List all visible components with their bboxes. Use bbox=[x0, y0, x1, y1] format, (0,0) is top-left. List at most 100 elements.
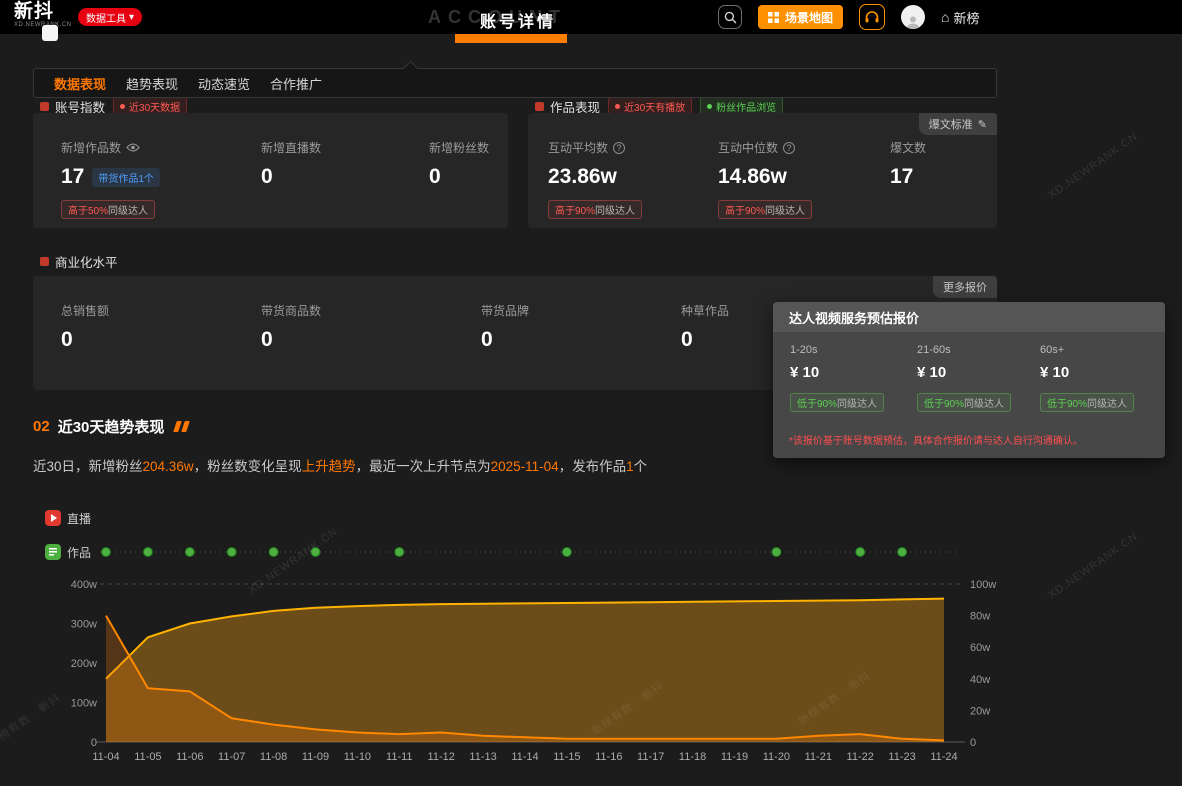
header-actions: 场景地图 ⌂ 新榜 bbox=[718, 0, 980, 34]
works-marker[interactable] bbox=[562, 548, 571, 557]
metric-avg-engagement: 互动平均数 ? 23.86w 高于90%同级达人 bbox=[548, 139, 642, 219]
works-metrics-card: 爆文标准 ✎ 互动平均数 ? 23.86w 高于90%同级达人 互动中位数 ? … bbox=[528, 113, 997, 228]
red-dot-icon bbox=[120, 104, 125, 109]
metric-total-sales: 总销售额 0 bbox=[61, 302, 109, 352]
x-tick: 11-17 bbox=[637, 751, 664, 763]
metric-value: 0 bbox=[429, 165, 441, 189]
logo-text: 新抖 bbox=[14, 2, 72, 22]
metric-value: 17 bbox=[61, 165, 84, 189]
more-quotes-button[interactable]: 更多报价 bbox=[933, 276, 997, 298]
user-avatar[interactable] bbox=[901, 5, 925, 29]
search-icon bbox=[724, 11, 737, 24]
metric-value: 0 bbox=[261, 165, 273, 189]
section-title-commerce: 商业化水平 bbox=[40, 252, 118, 271]
metric-label: 新增作品数 bbox=[61, 139, 121, 156]
metric-hot-articles: 爆文数 17 bbox=[890, 139, 926, 189]
section-number: 02 bbox=[33, 418, 50, 435]
works-legend-label[interactable]: 作品 bbox=[67, 546, 91, 560]
tab-trend-performance[interactable]: 趋势表现 bbox=[126, 74, 178, 93]
x-tick: 11-08 bbox=[260, 751, 287, 763]
y-right-tick: 80w bbox=[970, 611, 990, 623]
metric-value: 0 bbox=[61, 328, 73, 352]
works-marker[interactable] bbox=[269, 548, 278, 557]
quote-marks-icon bbox=[172, 421, 188, 432]
metric-value: 23.86w bbox=[548, 165, 617, 189]
x-tick: 11-14 bbox=[511, 751, 538, 763]
home-icon: ⌂ bbox=[941, 9, 949, 25]
metric-label: 互动中位数 bbox=[718, 139, 778, 156]
works-marker[interactable] bbox=[898, 548, 907, 557]
grid-icon bbox=[768, 12, 779, 23]
scene-map-button[interactable]: 场景地图 bbox=[758, 5, 843, 29]
works-marker[interactable] bbox=[311, 548, 320, 557]
info-icon[interactable]: ? bbox=[783, 142, 795, 154]
tab-updates-overview[interactable]: 动态速览 bbox=[198, 74, 250, 93]
red-dot-icon bbox=[615, 104, 620, 109]
tab-data-performance[interactable]: 数据表现 bbox=[54, 74, 106, 93]
x-tick: 11-22 bbox=[847, 751, 874, 763]
support-button[interactable] bbox=[859, 4, 885, 30]
works-marker[interactable] bbox=[102, 548, 111, 557]
metric-value: 0 bbox=[681, 328, 693, 352]
metric-value: 0 bbox=[261, 328, 273, 352]
rank-tag: 高于90%同级达人 bbox=[718, 200, 812, 219]
headset-icon bbox=[864, 10, 880, 24]
mini-account-avatar bbox=[42, 25, 58, 41]
scene-map-label: 场景地图 bbox=[785, 9, 833, 26]
metric-label: 新增直播数 bbox=[261, 139, 321, 156]
quote-duration: 1-20s bbox=[790, 344, 884, 356]
quote-duration: 21-60s bbox=[917, 344, 1011, 356]
trend-section-header: 02 近30天趋势表现 bbox=[33, 416, 188, 437]
rank-tag: 低于90%同级达人 bbox=[917, 393, 1011, 412]
x-tick: 11-23 bbox=[888, 751, 915, 763]
works-marker[interactable] bbox=[143, 548, 152, 557]
y-left-tick: 400w bbox=[71, 579, 97, 591]
works-marker[interactable] bbox=[395, 548, 404, 557]
hot-article-standard-button[interactable]: 爆文标准 ✎ bbox=[919, 113, 997, 135]
x-tick: 11-12 bbox=[428, 751, 455, 763]
quote-item-short: 1-20s ¥ 10 低于90%同级达人 bbox=[790, 344, 884, 412]
works-marker[interactable] bbox=[772, 548, 781, 557]
works-marker[interactable] bbox=[856, 548, 865, 557]
eye-icon[interactable] bbox=[126, 141, 140, 155]
doc-line-icon bbox=[49, 554, 54, 556]
trend-summary: 近30日，新增粉丝204.36w，粉丝数变化呈现上升趋势，最近一次上升节点为20… bbox=[33, 455, 647, 475]
works-marker[interactable] bbox=[185, 548, 194, 557]
metric-products: 带货商品数 0 bbox=[261, 302, 321, 352]
doc-line-icon bbox=[49, 548, 57, 550]
newrank-home-link[interactable]: ⌂ 新榜 bbox=[941, 8, 979, 27]
rank-tag: 低于90%同级达人 bbox=[1040, 393, 1134, 412]
tab-cooperation[interactable]: 合作推广 bbox=[270, 74, 322, 93]
y-right-tick: 0 bbox=[970, 737, 976, 749]
doc-line-icon bbox=[49, 551, 57, 553]
search-button[interactable] bbox=[718, 5, 742, 29]
page-title: 账号详情 bbox=[480, 8, 556, 32]
metric-value: 0 bbox=[481, 328, 493, 352]
y-left-tick: 300w bbox=[71, 619, 97, 631]
y-left-tick: 200w bbox=[71, 658, 97, 670]
newrank-label: 新榜 bbox=[953, 8, 979, 27]
metric-label: 带货品牌 bbox=[481, 302, 529, 319]
data-tools-menu[interactable]: 数据工具 ▾ bbox=[78, 8, 142, 26]
metric-label: 种草作品 bbox=[681, 302, 729, 319]
x-tick: 11-13 bbox=[469, 751, 496, 763]
app-logo[interactable]: 新抖 XD.NEWRANK.CN bbox=[14, 2, 72, 28]
works-count: 1 bbox=[626, 459, 634, 474]
y-left-tick: 100w bbox=[71, 698, 97, 710]
metric-new-fans: 新增粉丝数 0 bbox=[429, 139, 489, 189]
x-tick: 11-09 bbox=[302, 751, 329, 763]
quote-price: ¥ 10 bbox=[1040, 364, 1134, 381]
caret-down-icon: ▾ bbox=[129, 12, 134, 23]
live-legend-label[interactable]: 直播 bbox=[67, 512, 91, 526]
video-quote-popover: 达人视频服务预估报价 1-20s ¥ 10 低于90%同级达人 21-60s ¥… bbox=[773, 302, 1165, 458]
new-fans-value: 204.36w bbox=[143, 459, 194, 474]
quote-item-long: 60s+ ¥ 10 低于90%同级达人 bbox=[1040, 344, 1134, 412]
quote-duration: 60s+ bbox=[1040, 344, 1134, 356]
x-tick: 11-24 bbox=[930, 751, 957, 763]
y-right-tick: 20w bbox=[970, 705, 990, 717]
top-header: 新抖 XD.NEWRANK.CN 数据工具 ▾ ACCOUNT 账号详情 场景地… bbox=[0, 0, 1182, 34]
metric-brands: 带货品牌 0 bbox=[481, 302, 529, 352]
metric-label: 新增粉丝数 bbox=[429, 139, 489, 156]
works-marker[interactable] bbox=[227, 548, 236, 557]
info-icon[interactable]: ? bbox=[613, 142, 625, 154]
